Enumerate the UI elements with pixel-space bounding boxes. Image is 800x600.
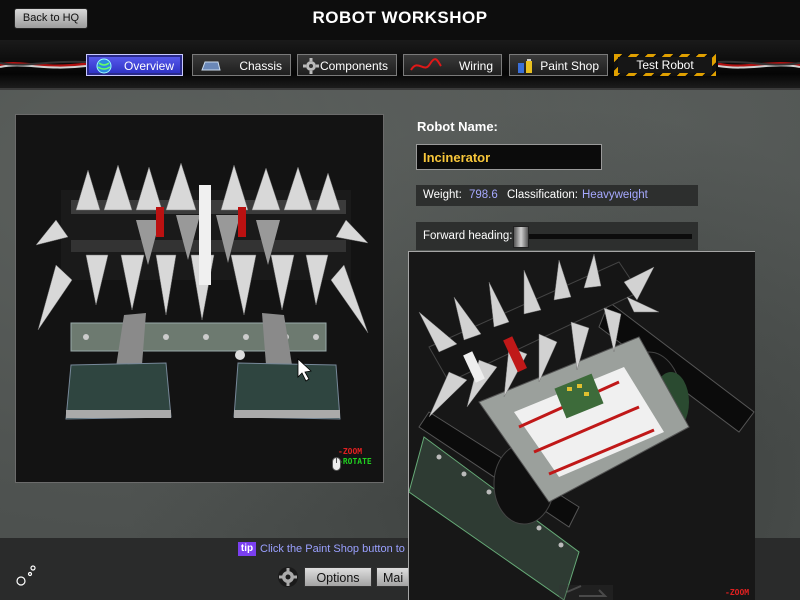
tab-label: Paint Shop [540,59,599,73]
wire-icon [410,58,442,71]
gear-icon [303,58,319,74]
options-button[interactable]: Options [304,567,372,587]
robot-name-label: Robot Name: [417,119,498,134]
robot-name-field[interactable] [416,144,602,170]
top-bar: Back to HQ [0,0,800,40]
robot-front-render [35,162,369,420]
cable-right-decoration [718,60,800,69]
popup-zoom-hint-label: -ZOOM [725,588,750,597]
tab-label: Overview [123,59,174,73]
mouse-cursor-icon [16,565,36,586]
weight-label: Weight: [423,189,462,201]
forward-heading-slider-thumb[interactable] [513,226,529,248]
tab-overview[interactable]: Overview [86,54,183,76]
tab-chassis[interactable]: Chassis [192,54,291,76]
globe-icon [96,58,112,74]
chassis-icon [201,61,221,71]
tip-text: Click the Paint Shop button to cu [260,543,408,555]
tab-label: Components [319,59,388,73]
tab-label: Wiring [458,59,493,73]
forward-heading-label: Forward heading: [423,230,513,242]
tab-label: Test Robot [618,57,712,73]
tip-badge: tip [238,542,256,556]
rotate-hint-label: -ROTATE [338,457,372,466]
zoom-hint-label: -ZOOM [338,447,363,456]
robot-front-viewport[interactable]: -ZOOM -ROTATE [15,114,384,483]
tab-label: Chassis [239,59,282,73]
robot-perspective-viewport[interactable]: -ZOOM [408,251,755,600]
robot-stats-bar: Weight: 798.6 Classification: Heavyweigh… [416,185,698,206]
back-to-hq-button[interactable]: Back to HQ [14,8,88,29]
paint-can-icon [518,59,532,73]
cable-left-decoration [0,60,86,69]
weight-value: 798.6 [469,189,498,201]
tab-test-robot[interactable]: Test Robot [614,54,716,76]
forward-heading-slider-track[interactable] [528,234,692,239]
classification-label: Classification: [507,189,578,201]
tab-components[interactable]: Components [297,54,397,76]
robot-perspective-render [409,253,755,600]
settings-gear-button[interactable] [277,566,299,588]
tab-paint-shop[interactable]: Paint Shop [509,54,608,76]
tab-wiring[interactable]: Wiring [403,54,502,76]
classification-value: Heavyweight [582,189,648,201]
mouse-icon [332,457,341,471]
